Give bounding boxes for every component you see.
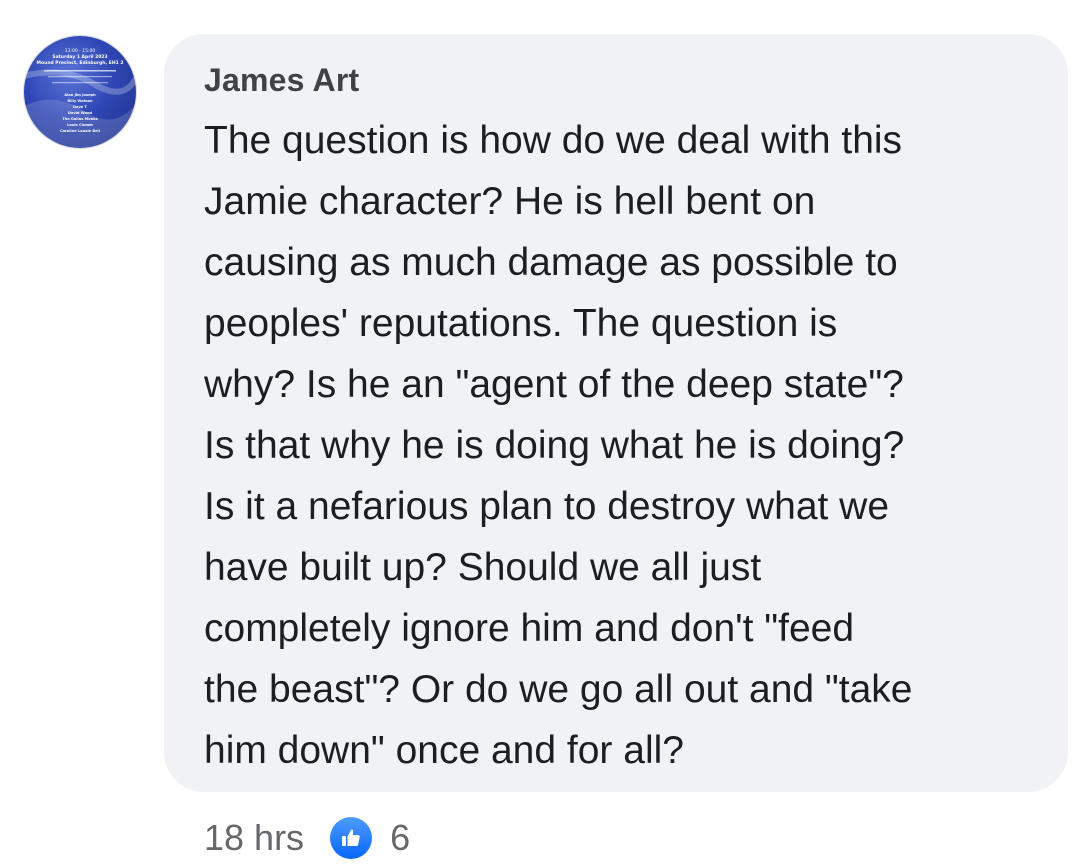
avatar-poster-line: Mound Precinct, Edinburgh, EH1 2 <box>37 60 124 66</box>
avatar-poster-line: 13:00 - 15:00 <box>65 48 96 54</box>
avatar-poster-line: Louis Clumm <box>67 123 93 127</box>
author-avatar[interactable]: 13:00 - 15:00 Saturday 1 April 2023 Moun… <box>24 36 136 148</box>
reaction-count[interactable]: 6 <box>390 817 410 859</box>
avatar-poster-line: Caroline Lousie Bell <box>60 129 100 133</box>
comment-text-line: him down" once and for all? <box>204 729 684 772</box>
thumbs-up-icon[interactable] <box>330 817 373 859</box>
comment-timestamp[interactable]: 18 hrs <box>204 817 304 859</box>
avatar-poster-line: David Wood <box>68 111 93 115</box>
comment-text-line: causing as much damage as possible to <box>204 241 898 284</box>
comment-text-line: Is that why he is doing what he is doing… <box>204 424 905 467</box>
comment-text-line: have built up? Should we all just <box>204 546 762 589</box>
avatar-poster-image: 13:00 - 15:00 Saturday 1 April 2023 Moun… <box>24 48 136 148</box>
comment-text-line: The question is how do we deal with this <box>204 119 903 162</box>
comment-text-line: peoples' reputations. The question is <box>204 302 838 345</box>
avatar-poster-line: Alan Jim Joseph <box>64 93 96 97</box>
avatar-poster-line: The Gallus Monks <box>62 117 98 121</box>
comment-text-line: Jamie character? He is hell bent on <box>204 180 816 223</box>
comment-meta: 18 hrs 6 <box>204 810 410 866</box>
avatar-poster-line: Dave T <box>73 105 87 109</box>
comment-text-line: the beast"? Or do we go all out and "tak… <box>204 668 913 711</box>
comment-text: The question is how do we deal with this… <box>204 110 1044 781</box>
comment-text-line: completely ignore him and don't "feed <box>204 607 855 650</box>
comment-author-name[interactable]: James Art <box>204 62 359 99</box>
avatar-poster-line: Billy Watson <box>67 99 93 103</box>
comment-text-line: why? Is he an "agent of the deep state"? <box>204 363 904 406</box>
comment-text-line: Is it a nefarious plan to destroy what w… <box>204 485 890 528</box>
avatar-poster-line: Saturday 1 April 2023 <box>52 54 107 60</box>
